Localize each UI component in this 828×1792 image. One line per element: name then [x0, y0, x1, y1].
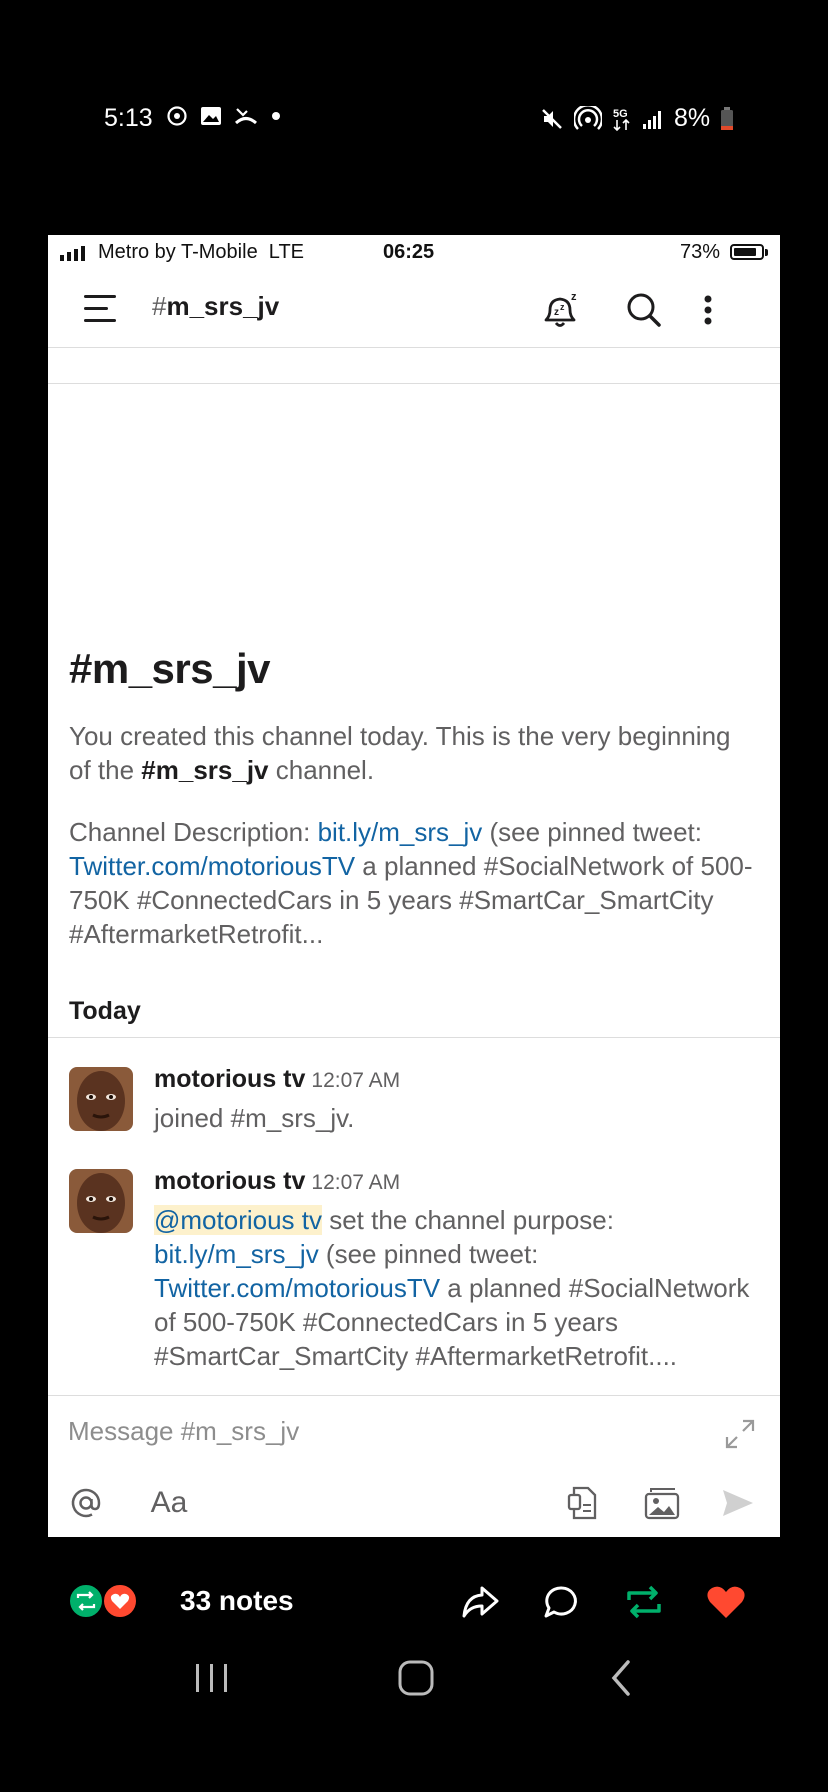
- message-time: 12:07 AM: [311, 1069, 401, 1092]
- reply-icon[interactable]: [540, 1580, 584, 1624]
- os-system-icons: 5G 8%: [540, 104, 734, 133]
- os-notification-icons: [166, 105, 282, 127]
- at-icon[interactable]: [66, 1479, 106, 1527]
- battery-low-icon: [721, 106, 734, 130]
- svg-text:z: z: [571, 291, 577, 303]
- share-icon[interactable]: [458, 1580, 502, 1624]
- message-text: joined #m_srs_jv.: [154, 1103, 355, 1133]
- purpose-twitter-link[interactable]: Twitter.com/motoriousTV: [154, 1273, 440, 1303]
- send-icon[interactable]: [718, 1479, 758, 1527]
- day-divider-label: Today: [69, 997, 141, 1025]
- signal-icon: [643, 110, 661, 129]
- notes-badges[interactable]: [68, 1581, 142, 1621]
- gallery-icon: [201, 107, 221, 125]
- channel-intro: You created this channel today. This is …: [69, 721, 731, 785]
- message-text: @motorious tv set the channel purpose: b…: [154, 1205, 750, 1371]
- expand-icon[interactable]: [723, 1417, 757, 1451]
- more-vertical-icon[interactable]: [698, 288, 742, 332]
- channel-header: #m_srs_jv z z z: [48, 235, 780, 384]
- os-status-bar: 5:13 5G 8%: [0, 0, 828, 200]
- avatar[interactable]: [69, 1169, 133, 1233]
- os-clock: 5:13: [104, 104, 153, 132]
- channel-name: m_srs_jv: [166, 291, 280, 321]
- whatsapp-icon: [167, 106, 187, 126]
- svg-text:z: z: [560, 302, 565, 312]
- svg-text:5G: 5G: [613, 108, 628, 120]
- purpose-link[interactable]: bit.ly/m_srs_jv: [154, 1239, 319, 1269]
- reblog-icon[interactable]: [622, 1580, 666, 1624]
- recents-icon[interactable]: [182, 1650, 242, 1706]
- 5g-icon: 5G: [613, 108, 630, 131]
- dot-icon: [272, 112, 280, 120]
- home-icon[interactable]: [386, 1650, 446, 1706]
- channel-hash: #: [152, 291, 167, 321]
- message-header: motorious tv 12:07 AM: [154, 1065, 400, 1094]
- hotspot-icon: [574, 105, 602, 130]
- message-header: motorious tv 12:07 AM: [154, 1167, 400, 1196]
- mute-icon: [542, 108, 562, 129]
- composer-divider: [48, 1395, 780, 1396]
- avatar[interactable]: [69, 1067, 133, 1131]
- back-icon[interactable]: [592, 1650, 652, 1706]
- like-icon[interactable]: [704, 1580, 748, 1624]
- notes-count[interactable]: 33 notes: [180, 1585, 294, 1617]
- photo-icon[interactable]: [642, 1479, 682, 1527]
- channel-description: Channel Description: bit.ly/m_srs_jv (se…: [69, 817, 753, 949]
- description-twitter-link[interactable]: Twitter.com/motoriousTV: [69, 851, 355, 881]
- slack-screenshot: Metro by T-Mobile LTE 06:25 73% #m_srs_j…: [48, 235, 780, 1537]
- search-icon[interactable]: [622, 288, 666, 332]
- channel-heading: #m_srs_jv: [69, 645, 271, 692]
- menu-icon[interactable]: [84, 295, 116, 323]
- message-input[interactable]: [68, 1409, 668, 1453]
- message-author[interactable]: motorious tv: [154, 1065, 305, 1093]
- missed-call-icon: [234, 108, 258, 125]
- channel-title[interactable]: #m_srs_jv: [152, 291, 279, 322]
- attach-file-icon[interactable]: [562, 1479, 602, 1527]
- snooze-bell-icon[interactable]: z z z: [538, 288, 582, 332]
- svg-text:z: z: [554, 307, 559, 318]
- os-battery-percent: 8%: [674, 104, 711, 132]
- user-mention[interactable]: @motorious tv: [154, 1205, 322, 1235]
- format-button[interactable]: Aa: [144, 1479, 194, 1527]
- message-time: 12:07 AM: [311, 1171, 401, 1194]
- description-link[interactable]: bit.ly/m_srs_jv: [318, 817, 483, 847]
- day-divider: [48, 1037, 780, 1038]
- message-author[interactable]: motorious tv: [154, 1167, 305, 1195]
